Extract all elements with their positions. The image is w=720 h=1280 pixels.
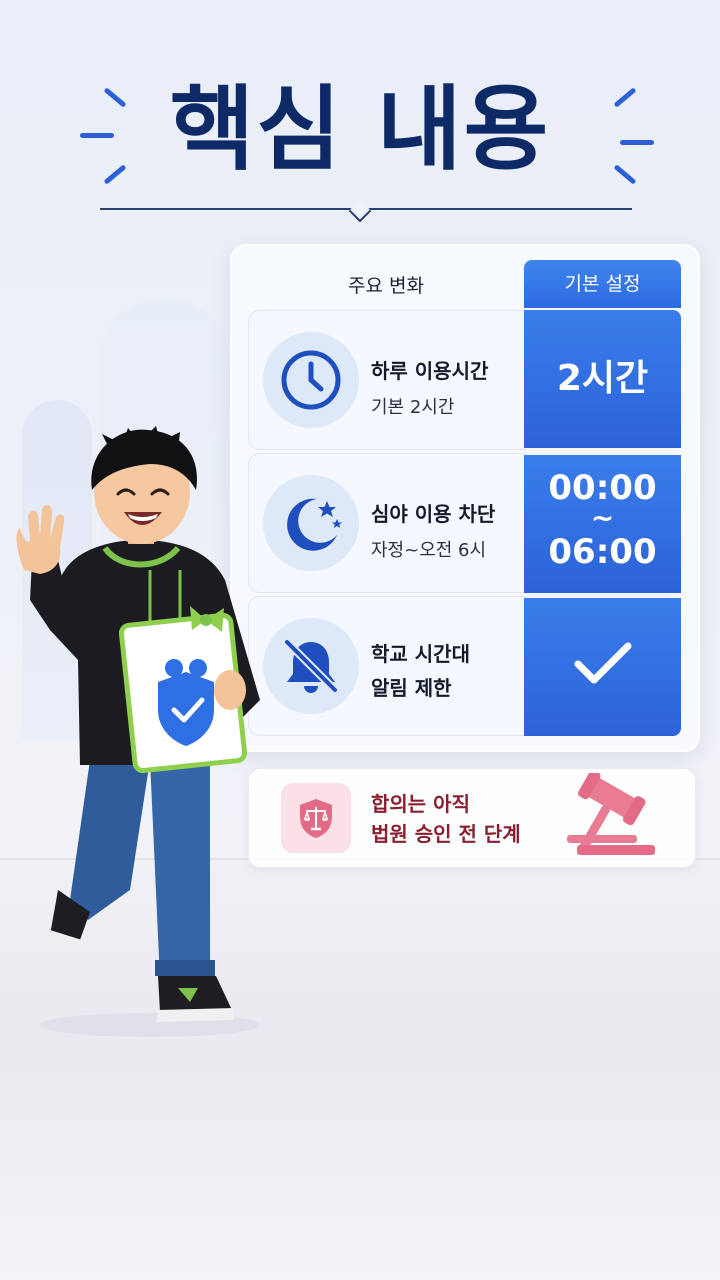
row-daily-usage: 하루 이용시간 기본 2시간: [248, 310, 526, 450]
row-title: 하루 이용시간: [371, 359, 489, 383]
row-school-alerts: 학교 시간대 알림 제한: [248, 596, 526, 736]
column-header-default: 기본 설정: [524, 260, 681, 308]
row-title: 학교 시간대 알림 제한: [371, 637, 470, 705]
clock-icon: [263, 332, 359, 428]
title-underline-notch: [348, 199, 372, 223]
value-range-tilde: ~: [590, 501, 615, 534]
notice-text: 합의는 아직 법원 승인 전 단계: [371, 789, 521, 849]
value-end-time: 06:00: [548, 532, 657, 572]
row-night-block: 심야 이용 차단 자정~오전 6시: [248, 453, 526, 593]
row-title: 심야 이용 차단: [371, 502, 496, 526]
bell-off-icon: [263, 618, 359, 714]
row-subtitle: 자정~오전 6시: [371, 540, 487, 561]
checkmark-icon: [574, 642, 632, 684]
notice-line-1: 합의는 아직: [371, 792, 470, 816]
value-start-time: 00:00: [548, 468, 657, 508]
row-title-line-1: 학교 시간대: [371, 642, 470, 666]
column-header-changes: 주요 변화: [348, 275, 424, 297]
boy-waving-illustration: [16, 426, 260, 1037]
court-approval-notice: 합의는 아직 법원 승인 전 단계: [248, 768, 696, 868]
value-school-alerts: [524, 598, 681, 736]
value-night-block: 00:00 ~ 06:00: [524, 455, 681, 593]
notice-line-2: 법원 승인 전 단계: [371, 822, 521, 846]
justice-shield-icon: [281, 783, 351, 853]
value-daily-usage: 2시간: [524, 310, 681, 448]
row-title-line-2: 알림 제한: [371, 676, 452, 700]
value-text: 2시간: [556, 358, 649, 399]
gavel-icon: [567, 773, 655, 855]
row-subtitle: 기본 2시간: [371, 397, 455, 418]
page-title: 핵심 내용: [169, 76, 551, 183]
moon-stars-icon: [263, 475, 359, 571]
